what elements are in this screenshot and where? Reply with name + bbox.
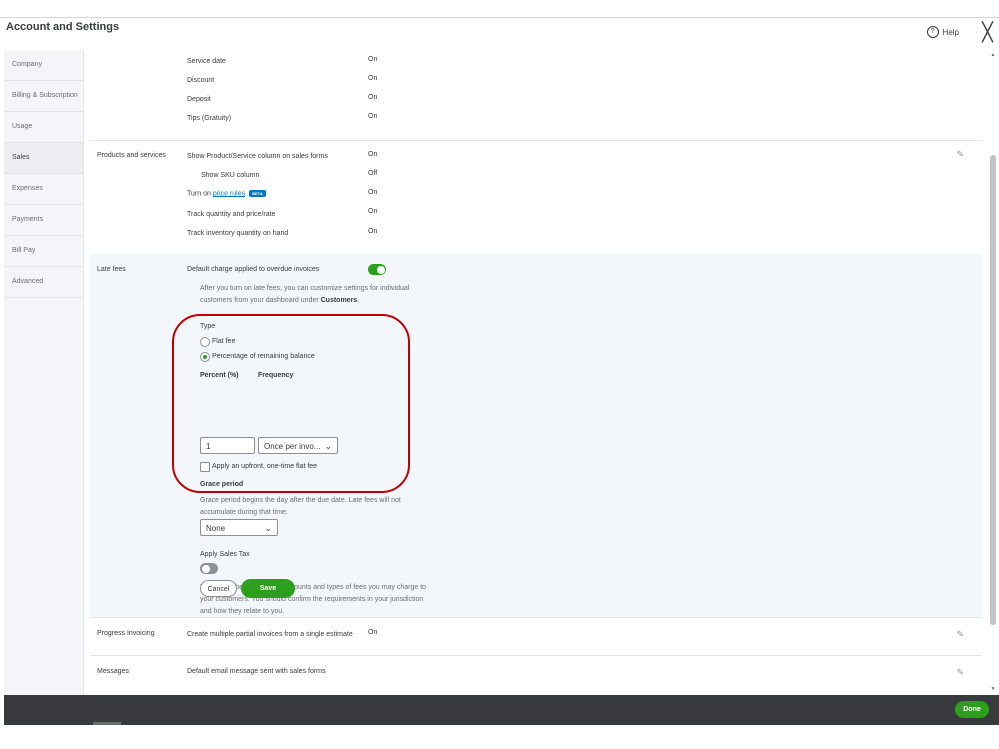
- sidebar-item-bill-pay[interactable]: Bill Pay: [4, 236, 83, 267]
- scroll-down-icon[interactable]: ▼: [989, 686, 997, 692]
- sidebar-item-usage[interactable]: Usage: [4, 112, 83, 143]
- row-label: Track inventory quantity on hand: [187, 230, 289, 237]
- row-value: On: [368, 208, 378, 215]
- limits-info-line2: your customers. You should confirm the r…: [200, 596, 424, 603]
- top-divider: [0, 17, 999, 18]
- save-button[interactable]: Save: [241, 579, 295, 598]
- row-label: Create multiple partial invoices from a …: [187, 631, 353, 638]
- sales-form-content-section: Service date On Discount On Deposit On T…: [90, 50, 982, 141]
- row-value: On: [368, 151, 378, 158]
- sidebar-item-advanced[interactable]: Advanced: [4, 267, 83, 298]
- scrollbar[interactable]: ▲ ▼: [989, 50, 997, 695]
- customers-bold: Customers: [320, 297, 358, 304]
- cancel-button[interactable]: Cancel: [200, 580, 237, 597]
- sales-tax-toggle[interactable]: [200, 563, 218, 574]
- scroll-thumb[interactable]: [990, 155, 996, 625]
- row-label: Deposit: [187, 96, 211, 103]
- row-label: Discount: [187, 77, 215, 84]
- beta-badge: BETA: [249, 190, 266, 197]
- row-value: On: [368, 629, 378, 636]
- row-value: On: [368, 75, 378, 82]
- done-button[interactable]: Done: [955, 701, 989, 718]
- row-label: Service date: [187, 58, 226, 65]
- help-label: Help: [942, 27, 959, 37]
- limits-info-line3: and how they relate to you.: [200, 608, 285, 615]
- sidebar-item-payments[interactable]: Payments: [4, 205, 83, 236]
- row-value: Off: [368, 170, 378, 177]
- grace-period-info-line2: accumulate during that time.: [200, 509, 288, 516]
- products-services-section[interactable]: Products and services Show Product/Servi…: [90, 140, 982, 255]
- row-label: Show Product/Service column on sales for…: [187, 153, 328, 160]
- footer-bar: [4, 695, 999, 725]
- scroll-up-icon[interactable]: ▲: [989, 52, 997, 58]
- sidebar-item-company[interactable]: Company: [4, 50, 83, 81]
- section-heading: Progress Invoicing: [97, 630, 155, 637]
- price-rules-link[interactable]: price rules: [213, 190, 245, 197]
- toggle-knob: [376, 265, 385, 274]
- messages-section[interactable]: Messages Default email message sent with…: [90, 655, 982, 695]
- row-label: Track quantity and price/rate: [187, 211, 276, 218]
- row-value: On: [368, 228, 378, 235]
- toggle-knob: [201, 564, 210, 573]
- row-label: Tips (Gratuity): [187, 115, 232, 122]
- section-heading: Products and services: [97, 152, 166, 159]
- row-label-prefix: Turn on: [187, 190, 213, 198]
- row-label: Show SKU column: [201, 172, 260, 179]
- late-fees-info-line1: After you turn on late fees, you can cus…: [200, 285, 410, 292]
- row-value: On: [368, 189, 378, 196]
- late-fees-info-line2: customers from your dashboard under Cust…: [200, 297, 359, 304]
- page-title: Account and Settings: [6, 21, 120, 33]
- grace-period-value: None: [206, 524, 226, 533]
- default-charge-label: Default charge applied to overdue invoic…: [187, 266, 320, 273]
- chevron-down-icon: ⌄: [264, 523, 272, 533]
- progress-invoicing-section[interactable]: Progress Invoicing Create multiple parti…: [90, 617, 982, 656]
- help-button[interactable]: ? Help: [926, 26, 959, 38]
- section-heading: Late fees: [97, 266, 126, 273]
- row-value: On: [368, 94, 378, 101]
- grace-period-select[interactable]: None ⌄: [200, 519, 278, 536]
- info-text: customers from your dashboard under: [200, 297, 321, 304]
- edit-pencil-icon[interactable]: ✎: [956, 149, 964, 160]
- row-value: On: [368, 113, 378, 120]
- late-fees-toggle[interactable]: [368, 264, 386, 275]
- info-text-end: .: [357, 297, 360, 304]
- footer-tab: [93, 722, 121, 725]
- sidebar-item-expenses[interactable]: Expenses: [4, 174, 83, 205]
- edit-pencil-icon[interactable]: ✎: [956, 629, 964, 640]
- highlight-annotation: [172, 314, 410, 493]
- row-value: On: [368, 56, 378, 63]
- close-icon[interactable]: ╳: [982, 22, 993, 43]
- sidebar-item-sales[interactable]: Sales: [4, 143, 83, 174]
- section-heading: Messages: [97, 668, 129, 675]
- row-label: Default email message sent with sales fo…: [187, 668, 326, 675]
- sidebar-item-billing[interactable]: Billing & Subscription: [4, 81, 83, 112]
- help-icon: ?: [926, 26, 939, 38]
- price-rules-row: Turn on price rules BETA: [187, 190, 266, 197]
- edit-pencil-icon[interactable]: ✎: [956, 667, 964, 678]
- sales-tax-label: Apply Sales Tax: [200, 551, 250, 558]
- grace-period-info-line1: Grace period begins the day after the du…: [200, 497, 401, 504]
- settings-sidebar: Company Billing & Subscription Usage Sal…: [4, 50, 84, 695]
